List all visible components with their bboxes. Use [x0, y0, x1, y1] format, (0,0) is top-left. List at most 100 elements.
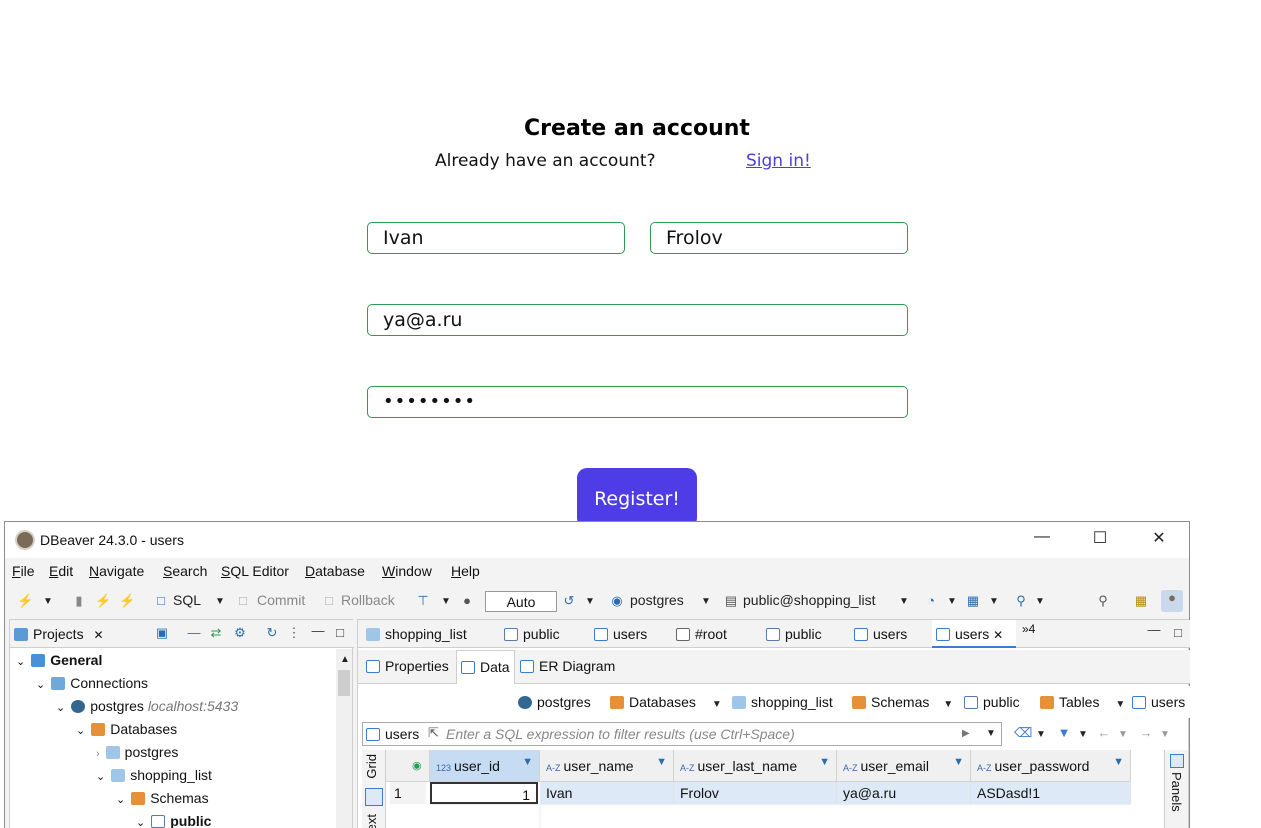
tree-item-schemas[interactable]: ⌄ Schemas [116, 790, 209, 806]
cell-user-name[interactable]: Ivan [540, 782, 674, 804]
active-schema-selector[interactable]: public@shopping_list [743, 592, 876, 608]
select-all-icon[interactable]: ◉ [412, 759, 422, 772]
transaction-mode-dropdown-icon[interactable]: ▼ [441, 596, 451, 607]
tab-shopping-list[interactable]: shopping_list [366, 626, 467, 642]
link-editor-icon[interactable]: ⇄ [208, 625, 224, 641]
perspective-icon[interactable]: ▦ [1133, 593, 1149, 609]
dashboard-icon[interactable]: ◔ [923, 593, 939, 609]
schema-dropdown-icon[interactable]: ▼ [899, 596, 909, 607]
eraser-dropdown-icon[interactable]: ▼ [1036, 729, 1046, 740]
chevron-down-icon[interactable]: ⌄ [16, 656, 25, 668]
tree-item-shopping-list[interactable]: ⌄ shopping_list [96, 767, 212, 783]
menu-edit[interactable]: Edit [49, 563, 73, 579]
tools-dropdown-icon[interactable]: ▼ [989, 596, 999, 607]
sql-button[interactable]: SQL [173, 592, 201, 608]
active-connection-selector[interactable]: postgres [630, 592, 684, 608]
maximize-icon[interactable]: ☐ [1087, 528, 1113, 552]
row-header-corner[interactable]: ◉ [386, 750, 430, 782]
chevron-down-icon[interactable]: ⌄ [36, 679, 45, 691]
close-icon[interactable]: ✕ [1146, 528, 1172, 552]
filter-dropdown-icon[interactable]: ▼ [1078, 729, 1088, 740]
tree-item-public[interactable]: ⌄ public [136, 813, 211, 828]
menu-navigate[interactable]: Navigate [89, 563, 144, 579]
configure-icon[interactable]: ⚙ [232, 625, 248, 641]
close-tab-icon[interactable]: ✕ [993, 628, 1003, 642]
row-number[interactable]: 1 [390, 782, 426, 804]
tab-public-2[interactable]: public [766, 626, 822, 642]
new-connection-dropdown-icon[interactable]: ▼ [43, 596, 53, 607]
tree-item-general[interactable]: ⌄ General [16, 652, 102, 668]
sort-dropdown-icon[interactable]: ▼ [1113, 756, 1124, 768]
refresh-icon[interactable]: ↻ [264, 625, 280, 641]
menu-sql-editor[interactable]: SQL Editor [221, 563, 289, 579]
tab-users-1[interactable]: users [594, 626, 647, 642]
panels-tab[interactable]: Panels [1169, 772, 1184, 812]
transaction-mode-icon[interactable]: ⊤ [415, 593, 431, 609]
menu-database[interactable]: Database [305, 563, 365, 579]
forward-dropdown-icon[interactable]: ▼ [1160, 729, 1170, 740]
chevron-down-icon[interactable]: ⌄ [96, 771, 105, 783]
last-name-input[interactable]: Frolov [650, 222, 908, 254]
cell-user-password[interactable]: ASDasd!1 [971, 782, 1131, 804]
sql-editor-icon[interactable]: □ [153, 593, 169, 609]
crumb-schemas[interactable]: Schemas ▼ [852, 694, 953, 710]
eraser-icon[interactable]: ⌫ [1014, 725, 1032, 741]
sign-in-link[interactable]: Sign in! [746, 151, 811, 171]
chevron-down-icon[interactable]: ⌄ [116, 794, 125, 806]
crumb-users[interactable]: users [1132, 694, 1185, 710]
maximize-panel-icon[interactable]: □ [332, 625, 348, 641]
connect-icon[interactable]: ⚡ [95, 593, 111, 609]
menu-file[interactable]: File [12, 563, 35, 579]
history-dropdown-icon[interactable]: ▼ [585, 596, 595, 607]
menu-search[interactable]: Search [163, 563, 207, 579]
forward-arrow-icon[interactable]: → [1138, 725, 1154, 741]
new-folder-icon[interactable]: ▣ [154, 625, 170, 641]
new-connection-icon[interactable]: ⚡ [17, 593, 33, 609]
menu-window[interactable]: Window [382, 563, 432, 579]
connection-dropdown-icon[interactable]: ▼ [701, 596, 711, 607]
email-input[interactable]: ya@a.ru [367, 304, 908, 336]
collapse-all-icon[interactable]: — [186, 625, 202, 641]
tab-users-2[interactable]: users [854, 626, 907, 642]
text-tab[interactable]: Text [364, 814, 379, 828]
tab-properties[interactable]: Properties [366, 658, 449, 674]
back-arrow-icon[interactable]: ← [1096, 725, 1112, 741]
filter-history-dropdown-icon[interactable]: ▼ [986, 728, 996, 739]
column-header-user-password[interactable]: A-Z user_password ▼ [971, 750, 1131, 782]
maximize-editor-icon[interactable]: □ [1170, 625, 1186, 641]
tree-item-databases[interactable]: ⌄ Databases [76, 721, 177, 737]
dbeaver-perspective-icon[interactable]: ● [1161, 590, 1183, 612]
chevron-down-icon[interactable]: ⌄ [136, 817, 145, 828]
chevron-down-icon[interactable]: ⌄ [56, 702, 65, 714]
chevron-down-icon[interactable]: ⌄ [76, 725, 85, 737]
filter-icon[interactable]: ▼ [1056, 725, 1072, 741]
column-header-user-id[interactable]: 123 user_id ▼ [430, 750, 540, 782]
cell-user-last-name[interactable]: Frolov [674, 782, 837, 804]
commit-button[interactable]: Commit [257, 592, 305, 608]
window-titlebar[interactable]: DBeaver 24.3.0 - users — ☐ ✕ [5, 522, 1189, 558]
lock-icon[interactable]: ● [459, 593, 475, 609]
grid-tab[interactable]: Grid [364, 754, 379, 779]
tree-item-postgres-db[interactable]: › postgres [96, 744, 178, 760]
crumb-public[interactable]: public [964, 694, 1020, 710]
tab-root[interactable]: #root [676, 626, 727, 642]
password-input[interactable]: •••••••• [367, 386, 908, 418]
tab-data[interactable]: Data [456, 650, 515, 684]
panels-icon[interactable] [1170, 754, 1184, 768]
column-header-user-name[interactable]: A-Z user_name ▼ [540, 750, 674, 782]
auto-commit-mode-box[interactable]: Auto [485, 591, 557, 612]
back-dropdown-icon[interactable]: ▼ [1118, 729, 1128, 740]
find-dropdown-icon[interactable]: ▼ [1035, 596, 1045, 607]
chevron-down-icon[interactable]: ▼ [1115, 699, 1125, 710]
search-icon[interactable]: ⚲ [1095, 593, 1111, 609]
tabs-overflow[interactable]: »4 [1022, 622, 1035, 636]
projects-scrollbar-thumb[interactable] [338, 670, 350, 696]
sort-dropdown-icon[interactable]: ▼ [522, 756, 533, 768]
crumb-tables[interactable]: Tables ▼ [1040, 694, 1125, 710]
expand-filter-icon[interactable]: ⇱ [428, 725, 439, 741]
register-button[interactable]: Register! [577, 468, 697, 528]
plug-icon[interactable]: ▮ [71, 593, 87, 609]
minimize-panel-icon[interactable]: — [310, 623, 326, 639]
tree-item-postgres-connection[interactable]: ⌄ postgres localhost:5433 [56, 698, 238, 714]
history-icon[interactable]: ↺ [561, 593, 577, 609]
